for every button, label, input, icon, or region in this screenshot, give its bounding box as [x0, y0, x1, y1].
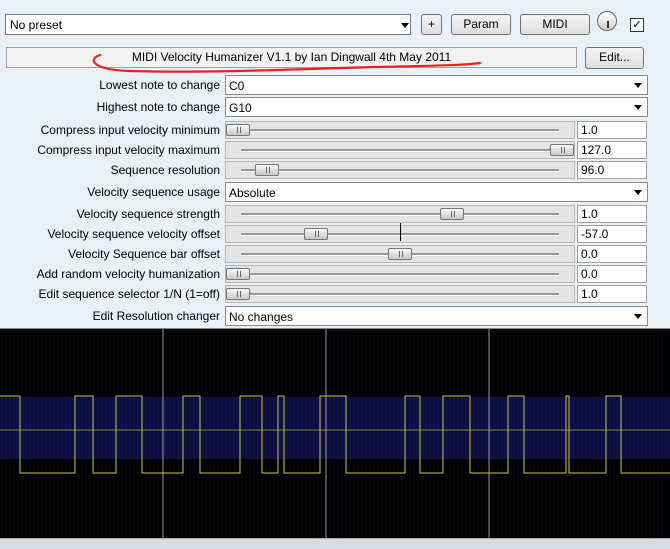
add-preset-button[interactable]: +: [421, 14, 442, 35]
chevron-down-icon: [401, 23, 409, 28]
slider-thumb[interactable]: [226, 124, 250, 136]
param-label: Lowest note to change: [99, 78, 220, 92]
param-row-random-humanization: Add random velocity humanization 0.0: [0, 264, 670, 284]
slider-thumb[interactable]: [226, 268, 250, 280]
sequence-waveform: [0, 329, 670, 539]
param-button[interactable]: Param: [451, 14, 511, 35]
highest-note-select[interactable]: G10: [225, 97, 648, 117]
wet-dry-knob[interactable]: [597, 11, 617, 31]
param-row-lowest-note: Lowest note to change C0: [0, 75, 670, 95]
preset-value: No preset: [10, 18, 63, 32]
compress-max-value[interactable]: 127.0: [577, 141, 647, 159]
slider-thumb[interactable]: [388, 248, 412, 260]
param-row-edit-resolution: Edit Resolution changer No changes: [0, 306, 670, 326]
velocity-offset-value[interactable]: -57.0: [577, 225, 647, 243]
preset-select[interactable]: No preset: [5, 14, 411, 35]
center-marker: [400, 223, 401, 241]
param-label: Edit Resolution changer: [92, 309, 220, 323]
param-label: Velocity Sequence bar offset: [68, 247, 220, 261]
slider-thumb[interactable]: [255, 164, 279, 176]
select-value: G10: [229, 101, 252, 115]
plugin-title: MIDI Velocity Humanizer V1.1 by Ian Ding…: [6, 47, 577, 68]
param-label: Velocity sequence velocity offset: [47, 227, 220, 241]
host-status-strip: [0, 538, 670, 549]
edit-resolution-select[interactable]: No changes: [225, 306, 648, 326]
chevron-down-icon: [634, 83, 642, 88]
random-humanization-value[interactable]: 0.0: [577, 265, 647, 283]
graph-band-top: [0, 329, 670, 397]
edit-button[interactable]: Edit...: [585, 47, 644, 69]
velocity-offset-slider[interactable]: [225, 223, 575, 243]
toolbar: No preset + Param MIDI ✓: [0, 0, 670, 42]
random-humanization-slider[interactable]: [225, 265, 575, 283]
param-label: Compress input velocity maximum: [37, 143, 220, 157]
param-label: Compress input velocity minimum: [40, 123, 220, 137]
compress-min-value[interactable]: 1.0: [577, 121, 647, 139]
chevron-down-icon: [634, 190, 642, 195]
select-value: Absolute: [229, 186, 276, 200]
chevron-down-icon: [634, 314, 642, 319]
enable-checkbox[interactable]: ✓: [630, 18, 644, 32]
param-row-velocity-offset: Velocity sequence velocity offset -57.0: [0, 223, 670, 244]
compress-max-slider[interactable]: [225, 141, 575, 159]
slider-thumb[interactable]: [440, 208, 464, 220]
param-label: Highest note to change: [96, 100, 220, 114]
param-label: Velocity sequence usage: [87, 185, 220, 199]
bar-offset-value[interactable]: 0.0: [577, 245, 647, 263]
slider-thumb[interactable]: [304, 228, 328, 240]
sequence-strength-value[interactable]: 1.0: [577, 205, 647, 223]
param-row-compress-max: Compress input velocity maximum 127.0: [0, 140, 670, 160]
slider-thumb[interactable]: [550, 144, 574, 156]
velocity-sequence-graph[interactable]: [0, 328, 670, 539]
slider-track: [241, 273, 559, 276]
slider-thumb[interactable]: [226, 288, 250, 300]
param-label: Velocity sequence strength: [76, 207, 220, 221]
param-row-edit-selector: Edit sequence selector 1/N (1=off) 1.0: [0, 284, 670, 304]
select-value: C0: [229, 79, 245, 93]
slider-track: [241, 129, 559, 132]
param-label: Sequence resolution: [110, 163, 220, 177]
midi-button[interactable]: MIDI: [520, 14, 590, 35]
sequence-usage-select[interactable]: Absolute: [225, 182, 648, 202]
param-row-bar-offset: Velocity Sequence bar offset 0.0: [0, 244, 670, 264]
param-label: Add random velocity humanization: [36, 267, 220, 281]
param-label: Edit sequence selector 1/N (1=off): [38, 287, 220, 301]
sequence-resolution-value[interactable]: 96.0: [577, 161, 647, 179]
param-row-sequence-usage: Velocity sequence usage Absolute: [0, 182, 670, 202]
edit-selector-value[interactable]: 1.0: [577, 285, 647, 303]
slider-track: [241, 293, 559, 296]
bar-offset-slider[interactable]: [225, 245, 575, 263]
chevron-down-icon: [634, 105, 642, 110]
compress-min-slider[interactable]: [225, 121, 575, 139]
param-row-sequence-strength: Velocity sequence strength 1.0: [0, 204, 670, 224]
param-row-sequence-resolution: Sequence resolution 96.0: [0, 160, 670, 180]
sequence-resolution-slider[interactable]: [225, 161, 575, 179]
slider-track: [241, 149, 559, 152]
slider-track: [241, 169, 559, 172]
param-row-compress-min: Compress input velocity minimum 1.0: [0, 120, 670, 140]
sequence-strength-slider[interactable]: [225, 205, 575, 223]
edit-selector-slider[interactable]: [225, 285, 575, 303]
lowest-note-select[interactable]: C0: [225, 75, 648, 95]
param-row-highest-note: Highest note to change G10: [0, 97, 670, 117]
select-value: No changes: [229, 310, 294, 324]
slider-track: [241, 213, 559, 216]
